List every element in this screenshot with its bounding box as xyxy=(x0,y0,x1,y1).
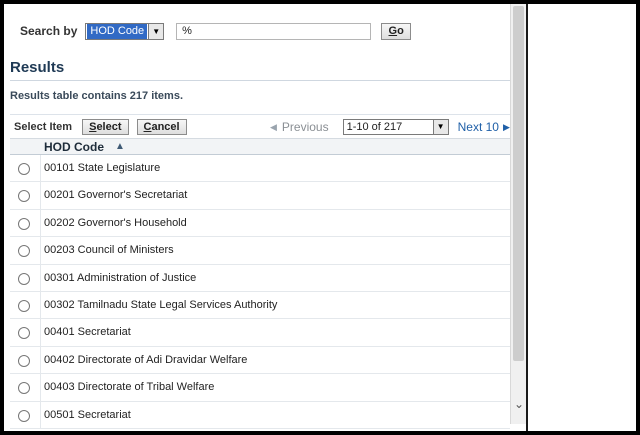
window-divider xyxy=(526,4,528,431)
table-row[interactable]: 00302 Tamilnadu State Legal Services Aut… xyxy=(10,291,510,320)
lov-content: Search by HOD Code ▼ Go Results Results … xyxy=(4,4,510,431)
row-divider xyxy=(40,182,41,209)
row-hod-code: 00402 Directorate of Adi Dravidar Welfar… xyxy=(44,353,248,366)
triangle-left-icon: ◀ xyxy=(270,121,277,132)
row-radio[interactable] xyxy=(18,217,30,230)
row-divider xyxy=(40,374,41,401)
search-by-label: Search by xyxy=(20,24,78,38)
results-divider xyxy=(10,80,510,81)
sort-ascending-icon[interactable]: ▲ xyxy=(115,141,125,152)
row-radio[interactable] xyxy=(18,354,30,367)
table-body: 00101 State Legislature 00201 Governor's… xyxy=(10,155,510,429)
pagination: ◀ Previous 1-10 of 217 ▼ Next 10 ▶ xyxy=(270,117,510,137)
row-hod-code: 00401 Secretariat xyxy=(44,326,131,339)
next-link[interactable]: Next 10 xyxy=(458,120,499,134)
select-button-label: elect xyxy=(96,121,122,133)
scroll-down-icon[interactable]: ⌄ xyxy=(512,398,526,410)
row-divider xyxy=(40,346,41,374)
row-hod-code: 00203 Council of Ministers xyxy=(44,244,174,257)
table-row[interactable]: 00101 State Legislature xyxy=(10,155,510,183)
row-radio[interactable] xyxy=(18,299,30,312)
row-hod-code: 00301 Administration of Justice xyxy=(44,271,197,284)
results-table: HOD Code ▲ 00101 State Legislature 00201… xyxy=(10,138,510,429)
range-value: 1-10 of 217 xyxy=(346,121,403,133)
table-row[interactable]: 00202 Governor's Household xyxy=(10,209,510,238)
row-divider xyxy=(40,264,41,291)
row-divider xyxy=(40,237,41,264)
lov-window: Search by HOD Code ▼ Go Results Results … xyxy=(4,4,636,431)
row-radio[interactable] xyxy=(18,245,30,258)
row-radio[interactable] xyxy=(18,272,30,285)
row-divider xyxy=(40,401,41,428)
table-row[interactable]: 00301 Administration of Justice xyxy=(10,264,510,292)
cancel-button-label: ancel xyxy=(151,121,180,133)
table-header: HOD Code ▲ xyxy=(10,138,510,155)
row-divider xyxy=(40,209,41,237)
search-field-value: HOD Code xyxy=(87,23,148,39)
column-header-hod-code[interactable]: HOD Code xyxy=(44,140,104,154)
row-divider xyxy=(40,291,41,319)
cancel-button[interactable]: Cancel xyxy=(136,119,187,135)
row-hod-code: 00403 Directorate of Tribal Welfare xyxy=(44,381,215,394)
results-heading: Results xyxy=(10,59,65,76)
row-radio[interactable] xyxy=(18,190,30,203)
table-row[interactable]: 00401 Secretariat xyxy=(10,319,510,347)
search-input[interactable] xyxy=(176,22,372,40)
chevron-down-icon[interactable]: ▼ xyxy=(148,23,164,39)
chevron-down-icon[interactable]: ▼ xyxy=(432,120,448,134)
row-hod-code: 00302 Tamilnadu State Legal Services Aut… xyxy=(44,298,278,311)
go-button-accesskey: G xyxy=(388,24,398,37)
table-row[interactable]: 00203 Council of Ministers xyxy=(10,237,510,265)
table-row[interactable]: 00403 Directorate of Tribal Welfare xyxy=(10,374,510,402)
row-hod-code: 00101 State Legislature xyxy=(44,162,161,174)
table-toolbar: Select Item Select Cancel ◀ Previous 1-1… xyxy=(14,117,510,137)
go-button[interactable]: Go xyxy=(381,22,412,40)
search-row: Search by HOD Code ▼ Go xyxy=(20,20,412,42)
row-radio[interactable] xyxy=(18,382,30,395)
table-row[interactable]: 00201 Governor's Secretariat xyxy=(10,182,510,210)
row-divider xyxy=(40,155,41,182)
row-hod-code: 00501 Secretariat xyxy=(44,408,131,421)
go-button-label: o xyxy=(397,24,404,37)
range-select[interactable]: 1-10 of 217 ▼ xyxy=(342,119,449,135)
row-radio[interactable] xyxy=(18,327,30,340)
select-item-label: Select Item xyxy=(14,121,73,133)
row-hod-code: 00201 Governor's Secretariat xyxy=(44,189,188,202)
triangle-right-icon[interactable]: ▶ xyxy=(503,122,510,133)
previous-link: Previous xyxy=(281,120,329,134)
scrollbar-thumb[interactable] xyxy=(513,6,524,361)
results-summary: Results table contains 217 items. xyxy=(10,90,184,102)
table-row[interactable]: 00402 Directorate of Adi Dravidar Welfar… xyxy=(10,346,510,375)
row-radio[interactable] xyxy=(18,409,30,422)
table-row[interactable]: 00501 Secretariat xyxy=(10,401,510,429)
select-button[interactable]: Select xyxy=(82,119,129,135)
row-divider xyxy=(40,319,41,346)
row-hod-code: 00202 Governor's Household xyxy=(44,216,187,229)
search-field-select[interactable]: HOD Code ▼ xyxy=(85,22,165,40)
row-radio[interactable] xyxy=(18,163,30,175)
vertical-scrollbar[interactable]: ⌄ xyxy=(510,4,526,424)
toolbar-divider xyxy=(10,114,510,115)
